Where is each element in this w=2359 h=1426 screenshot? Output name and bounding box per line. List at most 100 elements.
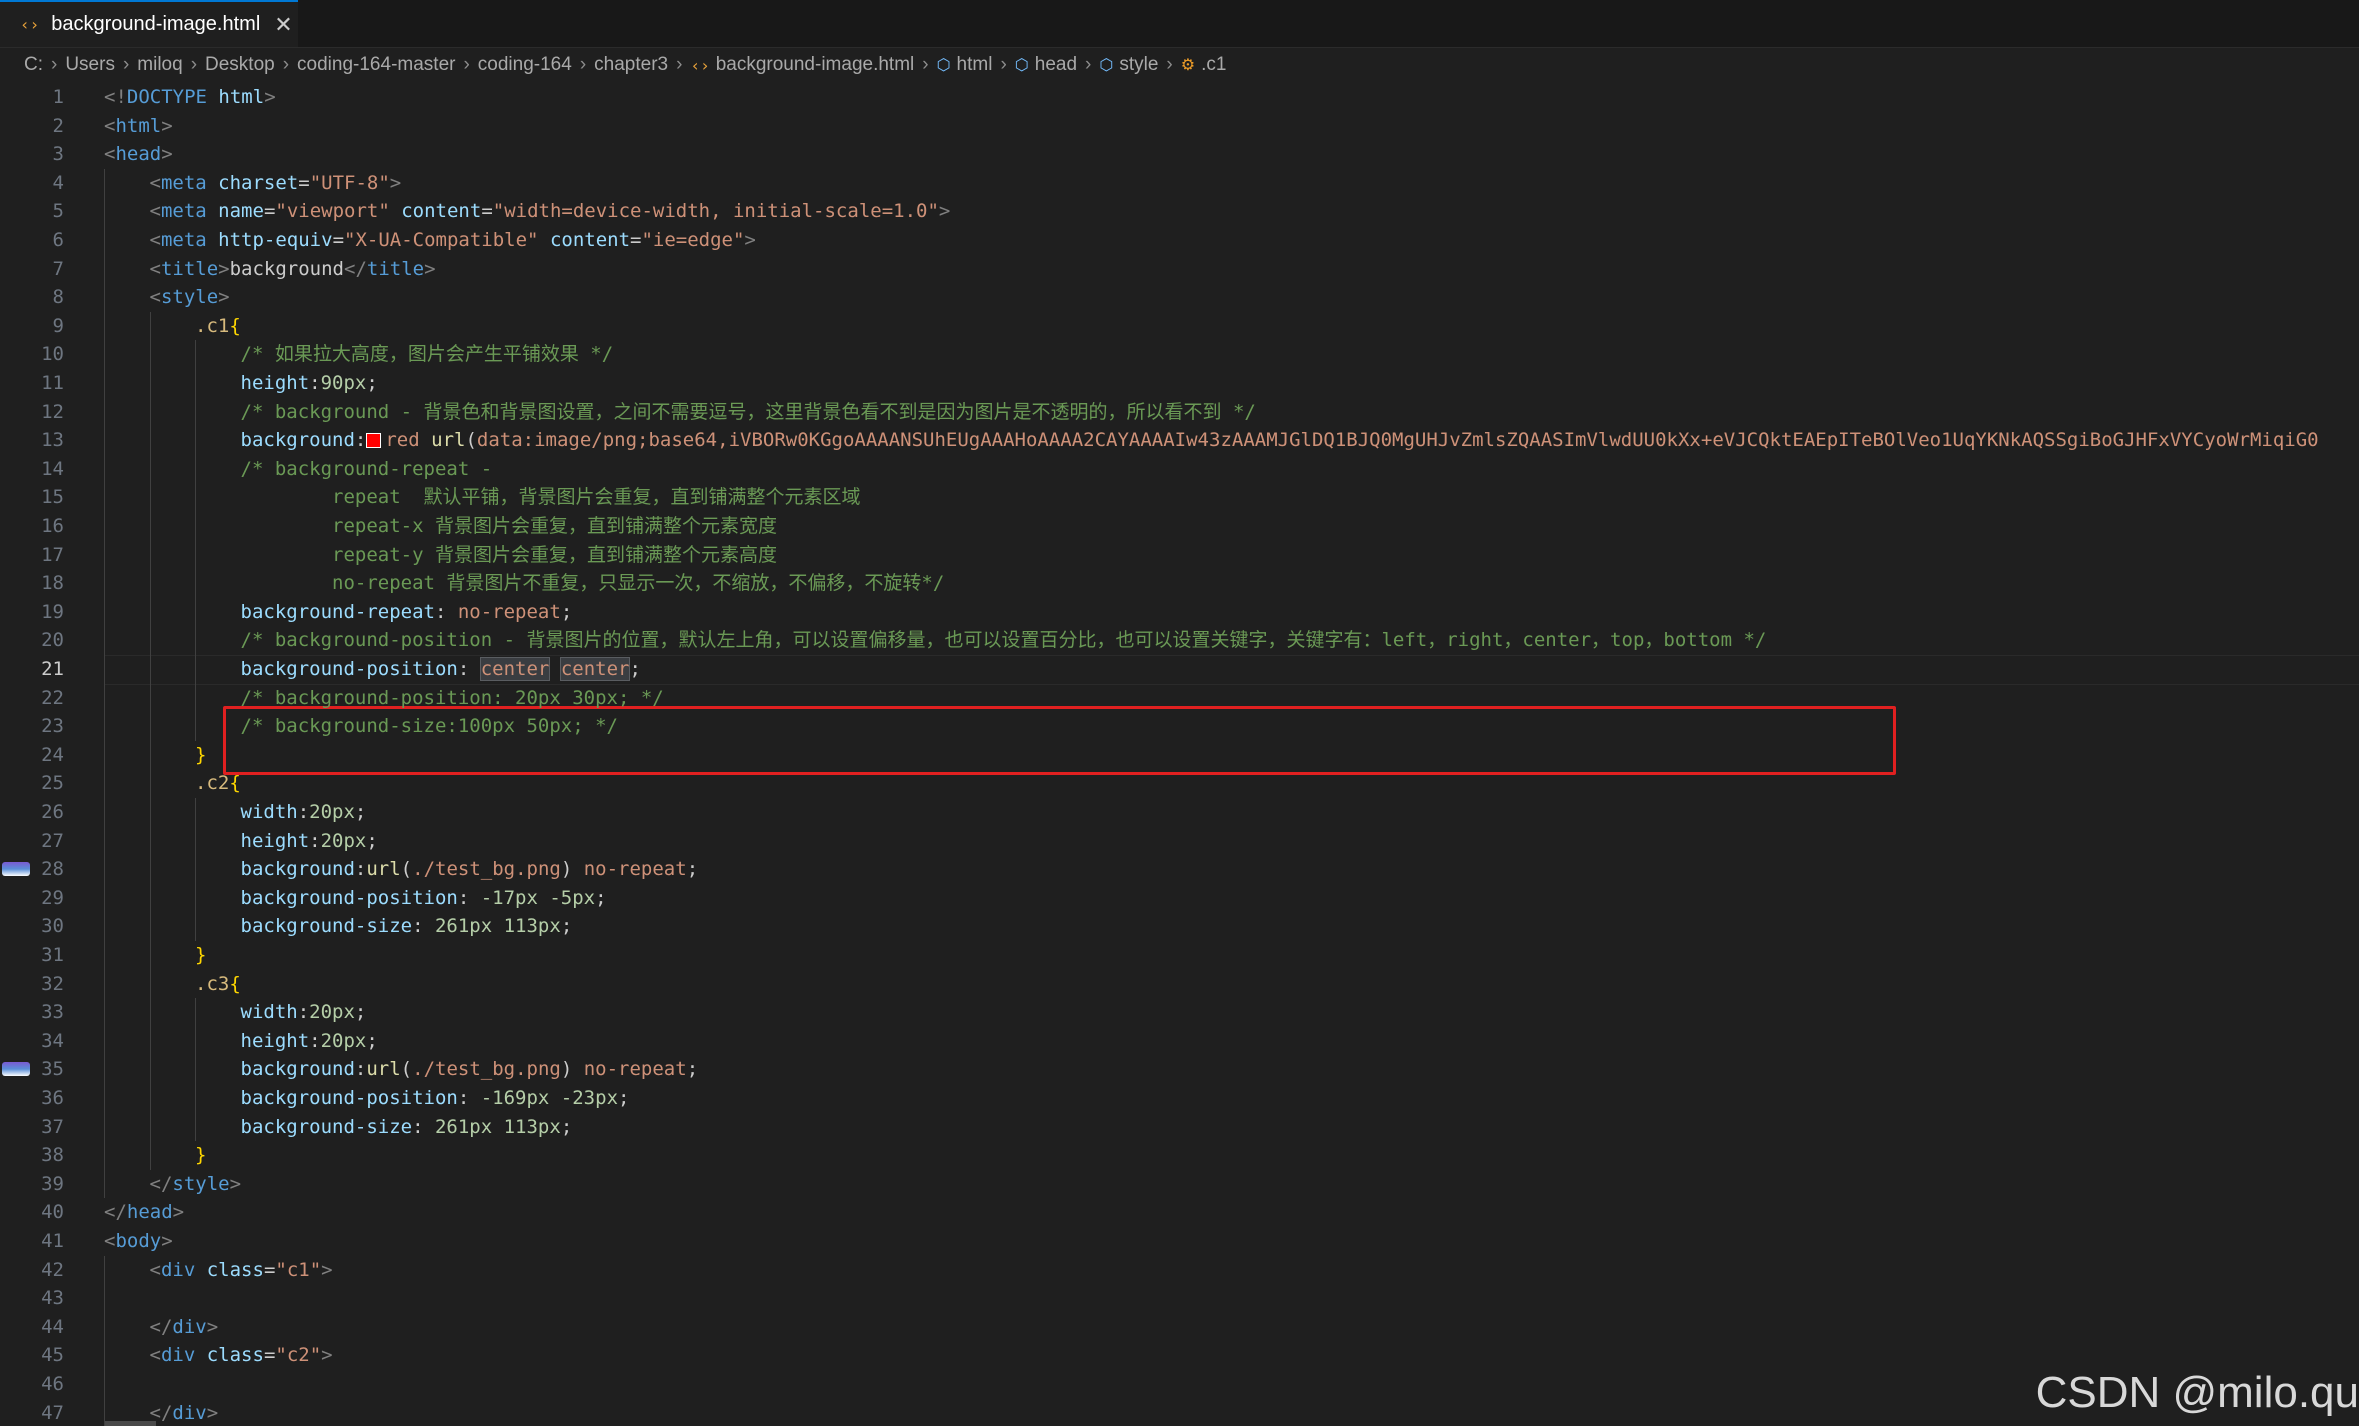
code-line[interactable]: 22 /* background-position: 20px 30px; */	[0, 683, 2359, 713]
code-line[interactable]: 26 width:20px;	[0, 798, 2359, 827]
code-text: height:90px;	[241, 369, 378, 398]
indent-guide	[104, 311, 105, 341]
code-line[interactable]: 31}	[0, 941, 2359, 970]
code-line[interactable]: 46	[0, 1370, 2359, 1399]
breadcrumb-file[interactable]: background-image.html	[716, 54, 915, 76]
code-line[interactable]: 1 <!DOCTYPE html>	[0, 83, 2359, 112]
code-line[interactable]: 16 repeat-x 背景图片会重复，直到铺满整个元素宽度	[0, 512, 2359, 541]
tab-background-image-html[interactable]: ‹› background-image.html ✕	[0, 0, 298, 47]
code-token: background	[229, 257, 344, 280]
color-swatch-icon[interactable]	[366, 433, 382, 449]
indent-guide	[104, 397, 105, 427]
code-token: 20px	[320, 829, 367, 852]
code-line[interactable]: 9 .c1{	[0, 311, 2359, 341]
indent-guide	[195, 597, 196, 627]
code-text: }	[195, 1141, 206, 1170]
line-number: 33	[41, 1001, 64, 1024]
code-text: <meta name="viewport" content="width=dev…	[150, 197, 951, 226]
code-token: >	[321, 1258, 333, 1281]
code-line[interactable]: 44 </div>	[0, 1312, 2359, 1342]
breadcrumb-symbol[interactable]: head	[1035, 54, 1077, 76]
code-line[interactable]: 15 repeat 默认平铺，背景图片会重复，直到铺满整个元素区域	[0, 483, 2359, 512]
code-token: body	[115, 1230, 162, 1252]
code-line[interactable]: 38}	[0, 1141, 2359, 1170]
code-token: <	[104, 1230, 116, 1252]
code-line[interactable]: 18 no-repeat 背景图片不重复，只显示一次，不缩放，不偏移，不旋转*/	[0, 569, 2359, 598]
breadcrumb-segment[interactable]: C:	[24, 54, 43, 76]
breadcrumb-segment[interactable]: coding-164-master	[297, 54, 455, 76]
line-number: 18	[41, 572, 64, 595]
code-line[interactable]: 7 <title>background</title>	[0, 254, 2359, 284]
code-line[interactable]: 39 </style>	[0, 1169, 2359, 1199]
breadcrumb-segment[interactable]: Users	[65, 54, 115, 76]
code-line[interactable]: 6 <meta http-equiv="X-UA-Compatible" cont…	[0, 226, 2359, 255]
code-line[interactable]: 47 </div>	[0, 1398, 2359, 1426]
code-line[interactable]: 37 background-size: 261px 113px;	[0, 1112, 2359, 1142]
code-line[interactable]: 36 background-position: -169px -23px;	[0, 1084, 2359, 1113]
code-line[interactable]: 12 /* background - 背景色和背景图设置，之间不需要逗号，这里背景…	[0, 397, 2359, 427]
code-line[interactable]: 23 /* background-size:100px 50px; */	[0, 712, 2359, 741]
indent-guide	[195, 397, 196, 427]
code-token: 261px 113px	[434, 915, 561, 938]
breadcrumb-segment[interactable]: Desktop	[205, 54, 275, 76]
code-line[interactable]: 4 <meta charset="UTF-8">	[0, 168, 2359, 198]
close-icon[interactable]: ✕	[274, 12, 292, 38]
code-token: "c1"	[275, 1258, 322, 1281]
code-line[interactable]: 41 <body>	[0, 1227, 2359, 1256]
breadcrumb-symbol[interactable]: html	[957, 54, 993, 76]
code-line[interactable]: 29 background-position: -17px -5px;	[0, 883, 2359, 913]
code-line[interactable]: 28 background:url(./test_bg.png) no-repea…	[0, 855, 2359, 884]
breadcrumb-selector[interactable]: .c1	[1201, 54, 1226, 76]
code-line[interactable]: 2 <html>	[0, 112, 2359, 141]
tab-bar: ‹› background-image.html ✕	[0, 0, 2359, 48]
code-line[interactable]: 34 height:20px;	[0, 1026, 2359, 1056]
code-line[interactable]: 8 <style>	[0, 283, 2359, 312]
code-line[interactable]: 20 /* background-position - 背景图片的位置，默认左上角…	[0, 626, 2359, 655]
code-line[interactable]: 14 /* background-repeat -	[0, 454, 2359, 484]
code-token: content	[549, 229, 631, 251]
code-text: background-position: -17px -5px;	[241, 884, 607, 913]
code-token: }	[195, 743, 207, 766]
image-preview-icon[interactable]	[2, 862, 30, 877]
code-line[interactable]: 30 background-size: 261px 113px;	[0, 912, 2359, 941]
code-token: repeat-y 背景图片会重复，直到铺满整个元素高度	[240, 543, 777, 566]
line-number: 36	[41, 1087, 64, 1109]
line-number: 17	[41, 543, 64, 566]
code-line[interactable]: 19 background-repeat: no-repeat;	[0, 597, 2359, 627]
image-preview-icon[interactable]	[2, 1062, 30, 1077]
indent-guide	[104, 998, 105, 1027]
code-token: name	[218, 200, 264, 223]
code-token: div	[172, 1401, 207, 1424]
code-line[interactable]: 24}	[0, 740, 2359, 770]
code-editor[interactable]: 1 <!DOCTYPE html> 2 <html> 3 <head> 4 <meta cha…	[0, 83, 2359, 1426]
code-token: "ie=edge"	[641, 229, 745, 251]
line-number: 24	[41, 743, 64, 766]
code-line[interactable]: 33 width:20px;	[0, 998, 2359, 1027]
breadcrumb-segment[interactable]: chapter3	[594, 54, 668, 76]
code-line[interactable]: 3 <head>	[0, 140, 2359, 169]
code-line[interactable]: 25 .c2{	[0, 769, 2359, 798]
indent-guide	[104, 226, 105, 255]
indent-guide	[104, 712, 105, 741]
code-token: charset	[218, 171, 299, 194]
code-line[interactable]: 43	[0, 1284, 2359, 1313]
code-line[interactable]: 42 <div class="c1">	[0, 1255, 2359, 1285]
code-line[interactable]: 5 <meta name="viewport" content="width=de…	[0, 197, 2359, 226]
indent-guide	[149, 769, 151, 798]
code-line[interactable]: 27 height:20px;	[0, 826, 2359, 856]
indent-guide	[149, 512, 151, 541]
code-line[interactable]: 11 height:90px;	[0, 369, 2359, 398]
code-line[interactable]: 10 /* 如果拉大高度，图片会产生平铺效果 */	[0, 340, 2359, 369]
breadcrumb-segment[interactable]: coding-164	[478, 54, 572, 76]
code-line[interactable]: 21 background-position: center center;	[0, 655, 2359, 684]
code-text: background-repeat: no-repeat;	[241, 598, 573, 627]
code-line[interactable]: 32 .c3{	[0, 969, 2359, 999]
code-line[interactable]: 35 background:url(./test_bg.png) no-repea…	[0, 1055, 2359, 1084]
code-line[interactable]: 40 </head>	[0, 1198, 2359, 1227]
breadcrumb-symbol[interactable]: style	[1119, 54, 1158, 76]
code-line[interactable]: 45 <div class="c2">	[0, 1341, 2359, 1370]
code-line[interactable]: 17 repeat-y 背景图片会重复，直到铺满整个元素高度	[0, 540, 2359, 570]
code-line[interactable]: 13 background: red url(data:image/png;base…	[0, 426, 2359, 455]
code-token: :	[354, 1058, 367, 1081]
breadcrumb-segment[interactable]: miloq	[137, 54, 182, 76]
